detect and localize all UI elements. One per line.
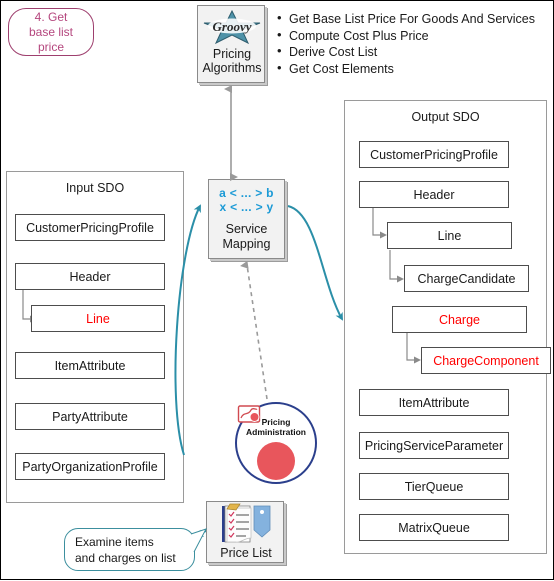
output-box-label: Header	[413, 187, 455, 202]
output-box-header[interactable]: Header	[359, 181, 509, 208]
input-box-label: ItemAttribute	[54, 358, 126, 373]
output-box-label: ChargeCandidate	[417, 271, 516, 286]
output-sdo-title: Output SDO	[411, 110, 480, 124]
service-mapping-label-line-1: Service	[225, 222, 268, 236]
service-mapping-label-line-2: Mapping	[222, 236, 271, 251]
callout-line-1: 4. Get	[34, 9, 68, 24]
groovy-star-logo-icon: Groovy	[203, 9, 261, 45]
callout-line-3: price	[37, 39, 64, 54]
bullet-item: Get Cost Elements	[275, 60, 553, 78]
pricing-admin-glyph	[237, 405, 261, 423]
output-box-line[interactable]: Line	[387, 222, 512, 249]
price-list-label: Price List	[220, 546, 272, 560]
examine-callout-line-2: and charges on list	[75, 550, 176, 565]
input-box-itemattribute[interactable]: ItemAttribute	[15, 352, 165, 379]
bullet-item: Compute Cost Plus Price	[275, 27, 553, 45]
output-box-matrixqueue[interactable]: MatrixQueue	[359, 514, 509, 541]
diagram-canvas: 4. Get base list price Groovy Pricing Al…	[0, 0, 554, 580]
input-sdo-title: Input SDO	[65, 181, 125, 195]
pricing-algorithms-label-line-1: Pricing	[212, 47, 252, 61]
output-box-label: CustomerPricingProfile	[370, 147, 498, 162]
input-box-line[interactable]: Line	[31, 305, 165, 332]
output-box-itemattribute[interactable]: ItemAttribute	[359, 389, 509, 416]
service-mapping-notation: a < ... > b x < ... > y	[219, 186, 274, 214]
output-box-label: Charge	[439, 312, 480, 327]
output-box-charge[interactable]: Charge	[392, 306, 527, 333]
output-box-pricingserviceparameter[interactable]: PricingServiceParameter	[359, 432, 509, 459]
service-mapping-box[interactable]: a < ... > b x < ... > y Service Mapping	[208, 179, 285, 259]
pricing-admin-icon	[237, 405, 295, 480]
pricing-administration-node[interactable]: Pricing Administration	[235, 402, 317, 484]
input-box-label: PartyAttribute	[52, 409, 128, 424]
output-box-chargecomponent[interactable]: ChargeComponent	[421, 347, 551, 374]
input-box-label: Line	[86, 311, 110, 326]
mapping-line-1: a < ... > b	[219, 186, 274, 200]
output-box-label: ChargeComponent	[433, 353, 539, 368]
output-box-label: MatrixQueue	[398, 520, 470, 535]
output-box-label: PricingServiceParameter	[364, 438, 504, 453]
pricing-algorithms-label-line-2: Algorithms	[202, 61, 262, 75]
examine-callout-line-1: Examine items	[75, 534, 154, 549]
output-box-label: Line	[437, 228, 462, 243]
input-box-label: PartyOrganizationProfile	[22, 459, 158, 474]
output-box-chargecandidate[interactable]: ChargeCandidate	[404, 265, 529, 292]
callout-line-2: base list	[28, 24, 74, 39]
output-box-tierqueue[interactable]: TierQueue	[359, 473, 509, 500]
input-box-label: CustomerPricingProfile	[26, 220, 154, 235]
mapping-line-2: x < ... > y	[219, 200, 274, 214]
bullet-item: Get Base List Price For Goods And Servic…	[275, 10, 553, 28]
svg-text:Groovy: Groovy	[213, 19, 252, 34]
service-mapping-label: Service Mapping	[223, 222, 271, 251]
pricing-algorithms-bullet-list: Get Base List Price For Goods And Servic…	[275, 10, 553, 78]
bullet-item: Derive Cost List	[275, 43, 553, 61]
callout-examine-items: Examine items and charges on list	[64, 528, 195, 571]
pricing-administration-label-line-2: Administration	[246, 427, 306, 437]
callout-get-base-list-price: 4. Get base list price	[8, 8, 94, 56]
input-box-partyattribute[interactable]: PartyAttribute	[15, 403, 165, 430]
input-box-partyorganizationprofile[interactable]: PartyOrganizationProfile	[15, 453, 165, 480]
input-box-customerpricingprofile[interactable]: CustomerPricingProfile	[15, 214, 165, 241]
output-box-customerpricingprofile[interactable]: CustomerPricingProfile	[359, 141, 509, 168]
pricing-algorithms-label: Pricing Algorithms	[198, 47, 266, 75]
price-list-box[interactable]: Price List	[206, 501, 284, 563]
output-box-label: TierQueue	[404, 479, 464, 494]
checklist-document-icon	[214, 503, 278, 546]
pricing-algorithms-box[interactable]: Groovy Pricing Algorithms	[197, 5, 265, 83]
input-box-header[interactable]: Header	[15, 263, 165, 290]
input-box-label: Header	[69, 269, 111, 284]
output-box-label: ItemAttribute	[398, 395, 470, 410]
